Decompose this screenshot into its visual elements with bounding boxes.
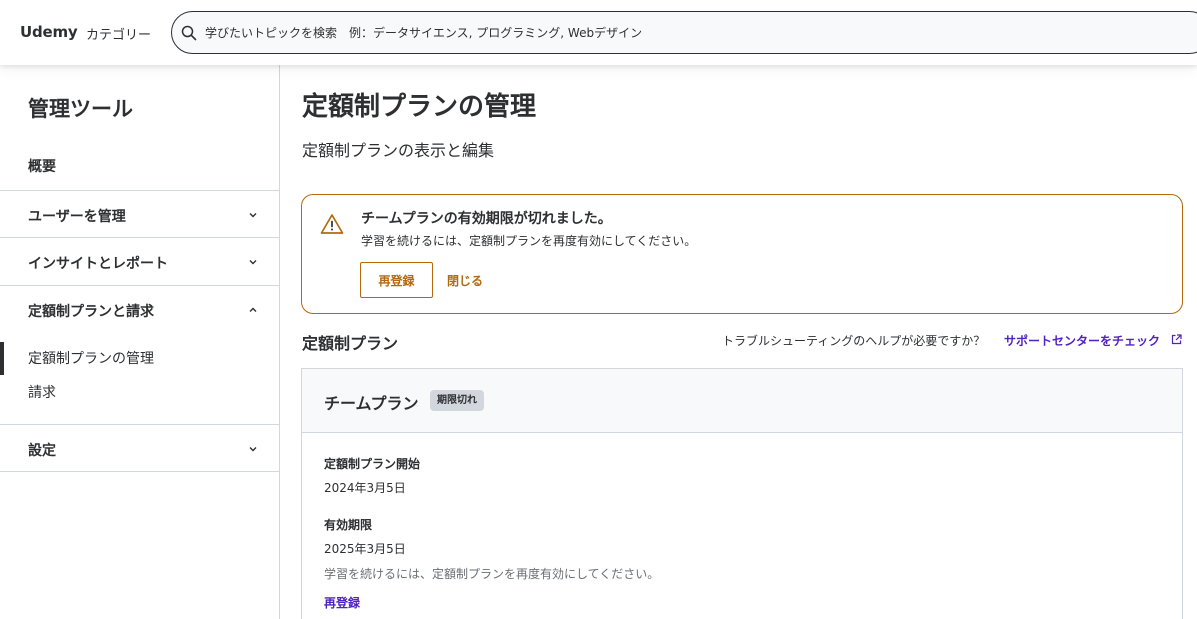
alert-message: 学習を続けるには、定額制プランを再度有効にしてください。 <box>361 234 697 248</box>
search-icon[interactable] <box>180 24 198 42</box>
plan-card: チームプラン 期限切れ 定額制プラン開始 2024年3月5日 有効期限 2025… <box>301 368 1183 619</box>
categories-menu[interactable]: カテゴリー <box>86 24 151 43</box>
external-link-icon[interactable] <box>1171 334 1182 345</box>
expired-alert: チームプランの有効期限が切れました。 学習を続けるには、定額制プランを再度有効に… <box>301 194 1183 314</box>
expiry-date-label: 有効期限 <box>324 518 373 532</box>
help-text: トラブルシューティングのヘルプが必要ですか？ <box>722 334 986 348</box>
chevron-down-icon <box>249 213 257 218</box>
start-date-label: 定額制プラン開始 <box>324 457 421 471</box>
sidebar-item-plans-billing[interactable]: 定額制プランと請求 <box>0 286 279 334</box>
reenroll-button[interactable]: 再登録 <box>360 262 433 298</box>
sidebar-title: 管理ツール <box>28 97 133 121</box>
start-date-value: 2024年3月5日 <box>324 481 406 495</box>
support-center-link[interactable]: サポートセンターをチェック <box>1004 332 1160 349</box>
chevron-down-icon <box>249 447 257 452</box>
sidebar-item-label: インサイトとレポート <box>28 256 168 272</box>
status-badge: 期限切れ <box>430 390 484 411</box>
sidebar-item-settings[interactable]: 設定 <box>0 424 279 472</box>
admin-sidebar: 管理ツール 概要 ユーザーを管理 インサイトとレポート 定額制プランと請求 定額… <box>0 65 280 619</box>
sidebar-subitem-billing[interactable]: 請求 <box>28 382 56 402</box>
chevron-up-icon <box>249 307 257 312</box>
sidebar-item-label: ユーザーを管理 <box>28 209 126 225</box>
search-bar[interactable] <box>171 11 1197 54</box>
page-title: 定額制プランの管理 <box>302 92 537 122</box>
top-header: Udemy カテゴリー <box>0 0 1197 65</box>
alert-title: チームプランの有効期限が切れました。 <box>361 211 612 227</box>
reenroll-link[interactable]: 再登録 <box>324 594 360 611</box>
sidebar-subitem-manage-plans[interactable]: 定額制プランの管理 <box>28 348 154 368</box>
warning-icon <box>320 214 344 234</box>
sidebar-item-label: 定額制プランと請求 <box>28 304 154 320</box>
sidebar-item-manage-users[interactable]: ユーザーを管理 <box>0 190 279 238</box>
udemy-logo[interactable]: Udemy <box>20 23 78 41</box>
plan-card-header: チームプラン 期限切れ <box>302 369 1182 433</box>
plans-section-heading: 定額制プラン <box>302 334 399 353</box>
sidebar-item-label: 設定 <box>28 443 56 459</box>
search-input[interactable] <box>205 23 1105 43</box>
expiry-date-value: 2025年3月5日 <box>324 542 406 556</box>
page-subtitle: 定額制プランの表示と編集 <box>302 141 495 160</box>
plan-name: チームプラン <box>324 394 419 413</box>
reenroll-note: 学習を続けるには、定額制プランを再度有効にしてください。 <box>324 567 660 581</box>
chevron-down-icon <box>249 260 257 265</box>
close-alert-button[interactable]: 閉じる <box>447 272 483 289</box>
sidebar-item-overview[interactable]: 概要 <box>28 156 56 176</box>
active-indicator <box>0 342 4 375</box>
sidebar-item-insights[interactable]: インサイトとレポート <box>0 238 279 286</box>
